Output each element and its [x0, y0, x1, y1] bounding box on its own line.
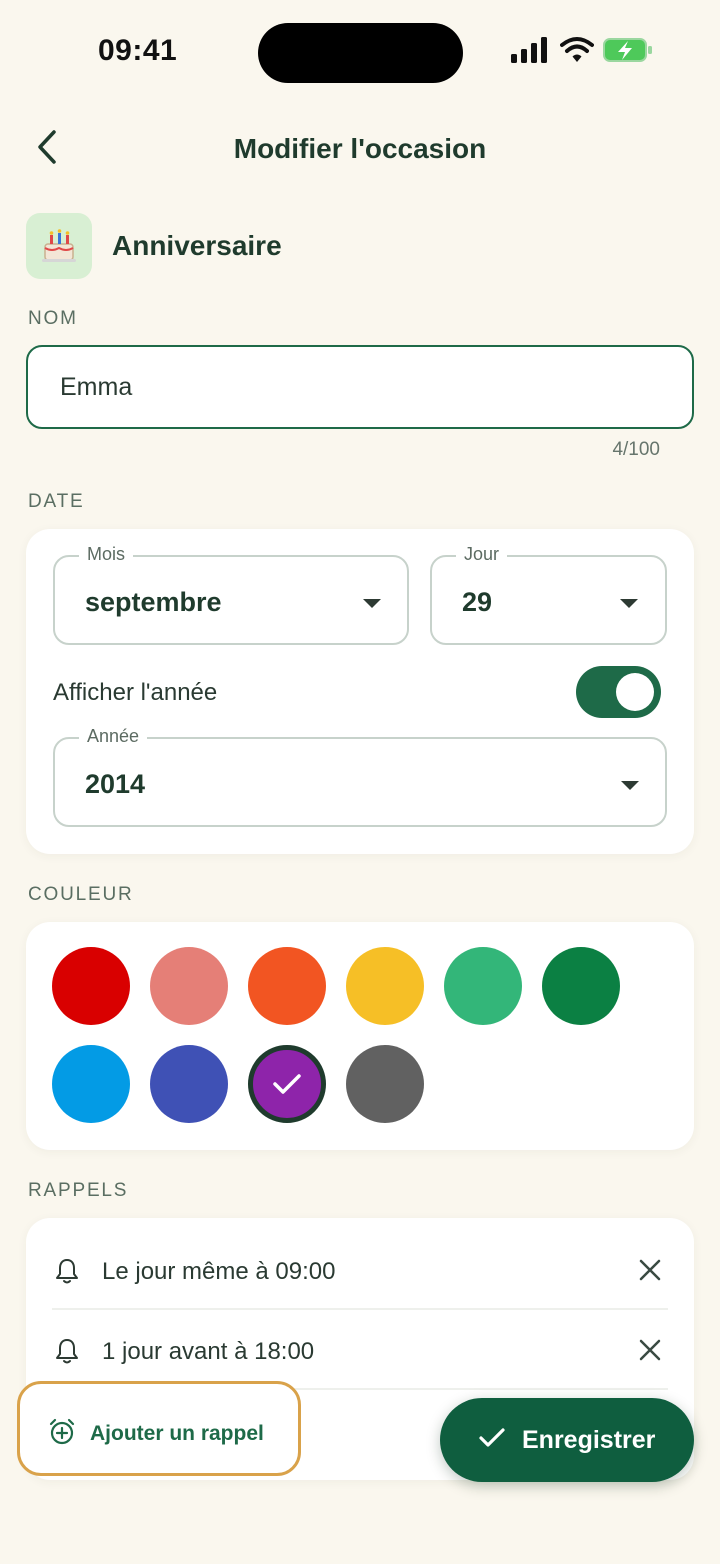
day-value: 29 — [462, 587, 493, 617]
add-reminder-button[interactable]: Ajouter un rappel — [17, 1381, 301, 1476]
color-swatch-gray[interactable] — [346, 1045, 424, 1123]
reminders-section-label: RAPPELS — [28, 1180, 129, 1201]
year-label: Année — [79, 726, 148, 747]
reminder-item[interactable]: 1 jour avant à 18:00 — [52, 1311, 668, 1391]
day-label: Jour — [456, 544, 508, 565]
birthday-cake-icon — [42, 229, 76, 262]
color-swatch-yellow[interactable] — [346, 947, 424, 1025]
color-swatch-red[interactable] — [52, 947, 130, 1025]
color-section-label: COULEUR — [28, 884, 134, 905]
occasion-type-label: Anniversaire — [112, 230, 282, 261]
signal-icon — [511, 37, 547, 63]
color-swatch-indigo[interactable] — [150, 1045, 228, 1123]
color-card — [26, 922, 694, 1150]
year-select[interactable]: Année 2014 — [53, 726, 667, 827]
checkmark-icon — [273, 1074, 301, 1094]
add-reminder-label: Ajouter un rappel — [90, 1422, 264, 1445]
show-year-label: Afficher l'année — [53, 679, 218, 706]
month-label: Mois — [79, 544, 134, 565]
close-icon[interactable] — [636, 1256, 664, 1284]
month-select[interactable]: Mois septembre — [53, 544, 409, 645]
close-icon[interactable] — [636, 1336, 664, 1364]
wifi-icon — [560, 37, 594, 62]
year-value: 2014 — [85, 769, 146, 799]
bell-icon — [56, 1259, 78, 1284]
row-divider — [52, 1308, 668, 1310]
show-year-toggle[interactable] — [576, 666, 661, 718]
toggle-knob — [616, 673, 654, 711]
caret-down-icon — [620, 599, 638, 608]
dynamic-island — [258, 23, 463, 83]
caret-down-icon — [621, 781, 639, 790]
reminder-text: 1 jour avant à 18:00 — [102, 1338, 315, 1365]
day-select[interactable]: Jour 29 — [430, 544, 667, 645]
color-swatch-green[interactable] — [542, 947, 620, 1025]
color-swatch-mint[interactable] — [444, 947, 522, 1025]
status-time: 09:41 — [98, 34, 178, 67]
date-card: Mois septembre Jour 29 Afficher l'année … — [26, 529, 694, 854]
name-section-label: NOM — [28, 308, 78, 329]
color-swatch-orange[interactable] — [248, 947, 326, 1025]
alarm-add-icon — [49, 1418, 75, 1445]
caret-down-icon — [363, 599, 381, 608]
color-swatch-salmon[interactable] — [150, 947, 228, 1025]
color-swatch-purple[interactable] — [248, 1045, 326, 1123]
page-title: Modifier l'occasion — [233, 133, 487, 164]
checkmark-icon — [479, 1428, 505, 1447]
name-input[interactable] — [26, 345, 694, 429]
color-swatch-blue[interactable] — [52, 1045, 130, 1123]
month-value: septembre — [85, 587, 222, 617]
reminder-item[interactable]: Le jour même à 09:00 — [52, 1231, 668, 1311]
save-button[interactable]: Enregistrer — [440, 1398, 694, 1482]
occasion-type-icon — [26, 213, 92, 279]
reminder-text: Le jour même à 09:00 — [102, 1258, 336, 1285]
bell-icon — [56, 1339, 78, 1364]
date-section-label: DATE — [28, 491, 85, 512]
save-label: Enregistrer — [522, 1426, 656, 1454]
battery-charging-icon — [603, 38, 652, 62]
name-char-counter: 4/100 — [612, 439, 660, 460]
